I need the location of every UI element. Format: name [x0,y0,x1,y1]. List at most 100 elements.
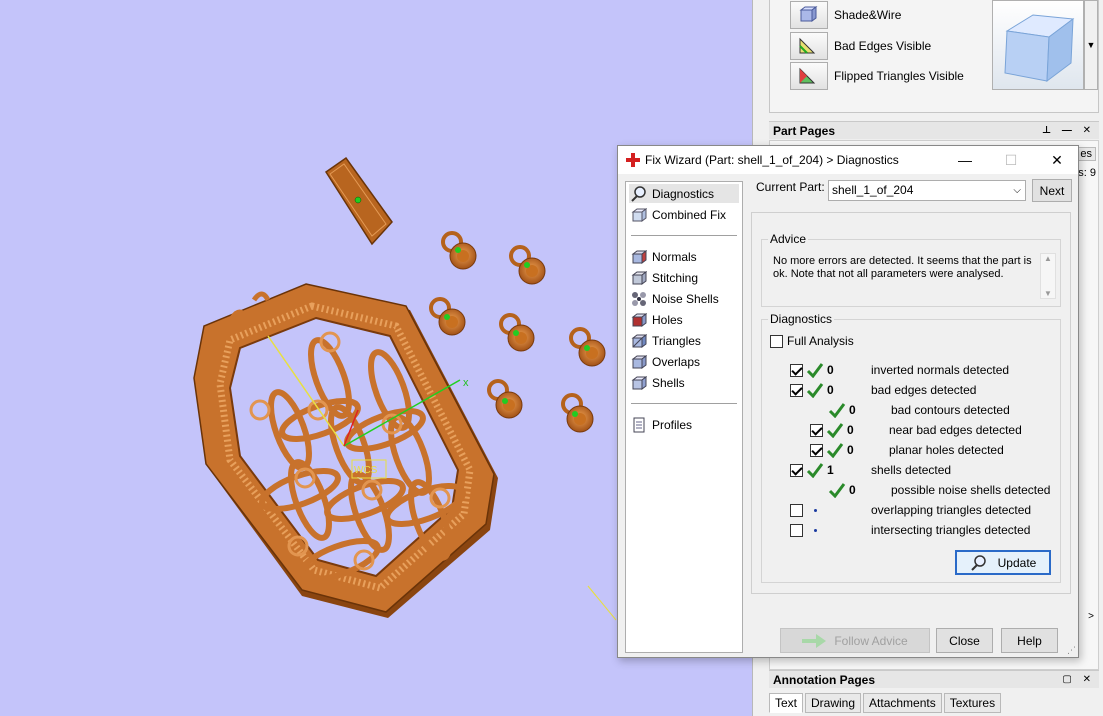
current-part-select[interactable]: shell_1_of_204 ⌵ [828,180,1026,201]
view-row-shade-wire[interactable]: Shade&Wire [790,0,901,30]
maximize-button[interactable]: ☐ [988,146,1034,174]
annotation-pages-controls[interactable]: ▢ ✕ [1062,671,1095,689]
view-cube-dropdown[interactable]: ▼ [1084,0,1098,90]
help-button[interactable]: Help [1001,628,1058,653]
follow-advice-label: Follow Advice [834,633,908,648]
nav-item-noise-shells[interactable]: Noise Shells [629,289,739,308]
nav-item-diagnostics[interactable]: Diagnostics [629,184,739,203]
current-part-value: shell_1_of_204 [832,183,914,197]
diag-count: 1 [827,463,834,477]
overlapping-triangles-checkbox[interactable] [790,503,803,517]
check-mark-icon [828,483,846,498]
nav-item-profiles[interactable]: Profiles [629,415,739,434]
resize-grip[interactable]: ⋰ [1067,645,1076,656]
diag-text: overlapping triangles detected [871,503,1032,517]
nav-separator [631,235,737,236]
magnifier-icon [631,185,646,202]
diag-row-near-bad-edges: 0 near bad edges detected [810,420,1022,440]
advice-text: No more errors are detected. It seems th… [770,253,1042,299]
diag-row-noise-shells: 0 possible noise shells detected [828,480,1050,500]
diag-text: bad edges detected [871,383,977,397]
diag-text: intersecting triangles detected [871,523,1031,537]
nav-label-diagnostics: Diagnostics [652,186,715,201]
diag-count: 0 [847,423,854,437]
nav-item-shells[interactable]: Shells [629,373,739,392]
advice-group: Advice No more errors are detected. It s… [761,232,1061,307]
view-row-flipped-triangles[interactable]: Flipped Triangles Visible [790,61,964,91]
nav-label-profiles: Profiles [652,417,693,432]
nav-separator [631,403,737,404]
view-cube[interactable] [992,0,1084,90]
nav-item-stitching[interactable]: Stitching [629,268,739,287]
full-analysis-checkbox[interactable] [770,334,783,348]
view-row-bad-edges[interactable]: Bad Edges Visible [790,31,931,61]
part-bar[interactable] [324,156,393,246]
minimize-button[interactable]: — [942,146,988,174]
scroll-right-arrow[interactable]: > [1088,611,1094,622]
annotation-pages-header: Annotation Pages ▢ ✕ [769,670,1099,688]
shells-icon [631,375,647,390]
normals-icon [631,249,647,264]
view-options-panel: Shade&Wire Bad Edges Visible Flipped Tri… [769,0,1099,113]
inverted-normals-checkbox[interactable] [790,363,803,377]
tab-text[interactable]: Text [769,693,804,713]
wizard-nav: Diagnostics Combined Fix Normals Stitchi… [625,181,743,653]
full-analysis-row[interactable]: Full Analysis [770,331,854,351]
nav-label-overlaps: Overlaps [652,354,701,369]
near-bad-edges-checkbox[interactable] [810,423,823,437]
nav-item-normals[interactable]: Normals [629,247,739,266]
flipped-triangles-button[interactable] [790,62,828,90]
update-button[interactable]: Update [955,550,1051,575]
nav-item-triangles[interactable]: Triangles [629,331,739,350]
diag-count: 0 [849,483,856,497]
pending-status [806,528,824,532]
nav-label-shells: Shells [652,375,685,390]
diag-row-inverted-normals: 0 inverted normals detected [790,360,1009,380]
profiles-icon [633,417,645,432]
fix-wizard-dialog: Fix Wizard (Part: shell_1_of_204) > Diag… [617,145,1079,658]
part-pages-controls[interactable]: ⊥ — ✕ [1042,122,1095,140]
intersecting-triangles-checkbox[interactable] [790,523,803,537]
chevron-down-icon: ⌵ [1013,185,1021,196]
next-button[interactable]: Next [1032,179,1072,202]
tab-textures[interactable]: Textures [943,693,1002,713]
bad-edges-icon [799,37,816,54]
diag-row-planar-holes: 0 planar holes detected [810,440,1004,460]
annotation-pages-title: Annotation Pages [773,673,876,687]
tab-drawing[interactable]: Drawing [805,693,862,713]
diag-row-bad-edges: 0 bad edges detected [790,380,976,400]
bad-edges-button[interactable] [790,32,828,60]
bad-edges-checkbox[interactable] [790,383,803,397]
nav-label-holes: Holes [652,312,683,327]
diag-text: near bad edges detected [889,423,1022,437]
close-window-button[interactable]: ✕ [1034,146,1080,174]
annotation-tabs: Text Drawing Attachments Textures [769,693,1003,713]
nav-item-holes[interactable]: Holes [629,310,739,329]
triangles-icon [631,333,647,348]
nav-item-combined-fix[interactable]: Combined Fix [629,205,739,224]
check-mark-icon [828,403,846,418]
wizard-titlebar[interactable]: Fix Wizard (Part: shell_1_of_204) > Diag… [618,146,1078,174]
diag-text: planar holes detected [889,443,1004,457]
nav-label-stitching: Stitching [652,270,699,285]
dot-icon [813,528,817,532]
diagnostics-content: Advice No more errors are detected. It s… [751,212,1071,594]
current-part-label: Current Part: [756,180,825,194]
diagnostics-label: Diagnostics [768,312,835,326]
diag-text: possible noise shells detected [891,483,1051,497]
close-button[interactable]: Close [936,628,993,653]
arrow-right-icon [802,633,827,648]
tab-attachments[interactable]: Attachments [863,693,942,713]
flipped-triangles-icon [799,67,816,84]
axis-x-label: x [463,377,469,389]
follow-advice-button[interactable]: Follow Advice [780,628,930,653]
planar-holes-checkbox[interactable] [810,443,823,457]
diag-count: 0 [849,403,856,417]
nav-item-overlaps[interactable]: Overlaps [629,352,739,371]
magnifier-icon [970,554,986,571]
diag-text: inverted normals detected [871,363,1010,377]
pending-status [806,508,824,512]
advice-scrollbar[interactable]: ▲ ▼ [1040,253,1056,299]
shade-wire-button[interactable] [790,1,828,29]
shells-checkbox[interactable] [790,463,803,477]
